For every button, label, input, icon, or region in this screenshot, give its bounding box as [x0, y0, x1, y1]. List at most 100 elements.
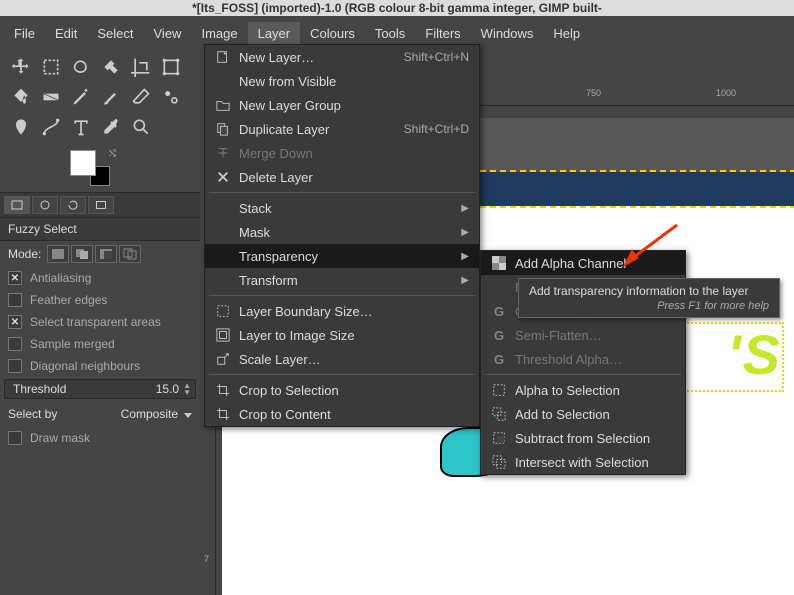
menu-item-label: Crop to Content: [239, 407, 469, 422]
clone-tool-icon[interactable]: [156, 82, 186, 112]
menu-item-label: Subtract from Selection: [515, 431, 675, 446]
menu-item-label: Scale Layer…: [239, 352, 469, 367]
opt-drawmask[interactable]: Draw mask: [0, 427, 200, 449]
threshold-value[interactable]: 15.0: [156, 382, 179, 396]
selectby-row: Select by Composite: [0, 401, 200, 427]
fuzzy-select-tool-icon[interactable]: [96, 52, 126, 82]
blank-icon: [215, 200, 231, 216]
menu-file[interactable]: File: [4, 22, 45, 45]
brush-tool-icon[interactable]: [96, 82, 126, 112]
menu-colours[interactable]: Colours: [300, 22, 365, 45]
crop-tool-icon[interactable]: [126, 52, 156, 82]
submenu-arrow-icon: ▶: [461, 251, 469, 262]
checkbox-icon[interactable]: [8, 315, 22, 329]
menu-filters[interactable]: Filters: [415, 22, 470, 45]
menu-item-transform[interactable]: Transform▶: [205, 268, 479, 292]
menu-item-new-layer[interactable]: New Layer…Shift+Ctrl+N: [205, 45, 479, 69]
menu-item-layer-boundary-size[interactable]: Layer Boundary Size…: [205, 299, 479, 323]
menu-item-duplicate-layer[interactable]: Duplicate LayerShift+Ctrl+D: [205, 117, 479, 141]
tab-history[interactable]: [60, 196, 86, 214]
menu-item-label: Transparency: [239, 249, 453, 264]
selectby-value: Composite: [121, 407, 178, 421]
tab-images[interactable]: [88, 196, 114, 214]
menu-item-label: Transform: [239, 273, 453, 288]
opt-sample-merged[interactable]: Sample merged: [0, 333, 200, 355]
menu-windows[interactable]: Windows: [471, 22, 544, 45]
menu-item-mask[interactable]: Mask▶: [205, 220, 479, 244]
gradient-tool-icon[interactable]: [36, 82, 66, 112]
menu-item-subtract-from-selection[interactable]: Subtract from Selection: [481, 426, 685, 450]
menu-tools[interactable]: Tools: [365, 22, 415, 45]
menu-item-new-from-visible[interactable]: New from Visible: [205, 69, 479, 93]
menu-item-scale-layer[interactable]: Scale Layer…: [205, 347, 479, 371]
menu-select[interactable]: Select: [87, 22, 143, 45]
mode-replace[interactable]: [47, 245, 69, 263]
menu-item-stack[interactable]: Stack▶: [205, 196, 479, 220]
checkbox-icon[interactable]: [8, 271, 22, 285]
transform-tool-icon[interactable]: [156, 52, 186, 82]
menu-view[interactable]: View: [144, 22, 192, 45]
fg-color[interactable]: [70, 150, 96, 176]
smudge-tool-icon[interactable]: [6, 112, 36, 142]
checkbox-icon[interactable]: [8, 337, 22, 351]
menu-item-new-layer-group[interactable]: New Layer Group: [205, 93, 479, 117]
color-picker-tool-icon[interactable]: [96, 112, 126, 142]
menu-item-threshold-alpha: GThreshold Alpha…: [481, 347, 685, 371]
dock-tabs: [0, 192, 200, 218]
menu-item-label: Layer to Image Size: [239, 328, 469, 343]
checkbox-icon[interactable]: [8, 293, 22, 307]
spinner-arrows-icon[interactable]: ▲▼: [183, 382, 191, 396]
menu-help[interactable]: Help: [543, 22, 590, 45]
rect-select-tool-icon[interactable]: [36, 52, 66, 82]
opt-feather[interactable]: Feather edges: [0, 289, 200, 311]
opt-transparent[interactable]: Select transparent areas: [0, 311, 200, 333]
menu-item-alpha-to-selection[interactable]: Alpha to Selection: [481, 378, 685, 402]
g-icon: G: [491, 303, 507, 319]
color-swatch[interactable]: ⤭: [70, 150, 110, 186]
menu-item-semi-flatten: GSemi-Flatten…: [481, 323, 685, 347]
menu-item-delete-layer[interactable]: Delete Layer: [205, 165, 479, 189]
menu-item-label: Delete Layer: [239, 170, 469, 185]
delete-icon: [215, 169, 231, 185]
text-tool-icon[interactable]: [66, 112, 96, 142]
mode-subtract[interactable]: [95, 245, 117, 263]
menu-edit[interactable]: Edit: [45, 22, 87, 45]
bucket-tool-icon[interactable]: [6, 82, 36, 112]
tab-tool-options[interactable]: [4, 196, 30, 214]
checkbox-icon[interactable]: [8, 431, 22, 445]
tab-device[interactable]: [32, 196, 58, 214]
ruler-mark: 7: [204, 554, 209, 564]
menu-item-layer-to-image-size[interactable]: Layer to Image Size: [205, 323, 479, 347]
menu-item-merge-down: Merge Down: [205, 141, 479, 165]
blank-icon: [215, 224, 231, 240]
menu-item-transparency[interactable]: Transparency ▶: [205, 244, 479, 268]
move-tool-icon[interactable]: [6, 52, 36, 82]
free-select-tool-icon[interactable]: [66, 52, 96, 82]
threshold-spinner[interactable]: Threshold 15.0▲▼: [4, 379, 196, 399]
selint-icon: [491, 454, 507, 470]
menu-item-crop-to-content[interactable]: Crop to Content: [205, 402, 479, 426]
menu-item-label: Duplicate Layer: [239, 122, 372, 137]
opt-antialiasing[interactable]: Antialiasing: [0, 267, 200, 289]
mode-intersect[interactable]: [119, 245, 141, 263]
menu-item-label: Merge Down: [239, 146, 469, 161]
toolbox: [0, 44, 200, 146]
selectby-dropdown[interactable]: Composite: [121, 407, 192, 421]
pencil-tool-icon[interactable]: [66, 82, 96, 112]
zoom-tool-icon[interactable]: [126, 112, 156, 142]
eraser-tool-icon[interactable]: [126, 82, 156, 112]
menu-item-intersect-with-selection[interactable]: Intersect with Selection: [481, 450, 685, 474]
menu-item-add-to-selection[interactable]: Add to Selection: [481, 402, 685, 426]
swap-colors-icon[interactable]: ⤭: [109, 148, 116, 159]
mode-add[interactable]: [71, 245, 93, 263]
checkbox-icon[interactable]: [8, 359, 22, 373]
menu-item-crop-to-selection[interactable]: Crop to Selection: [205, 378, 479, 402]
opt-label: Draw mask: [30, 431, 90, 445]
mode-row: Mode:: [0, 241, 200, 267]
menu-layer[interactable]: Layer: [248, 22, 301, 45]
tooltip-help: Press F1 for more help: [529, 300, 769, 312]
path-tool-icon[interactable]: [36, 112, 66, 142]
submenu-arrow-icon: ▶: [461, 227, 469, 238]
menu-image[interactable]: Image: [191, 22, 247, 45]
opt-diagonal[interactable]: Diagonal neighbours: [0, 355, 200, 377]
